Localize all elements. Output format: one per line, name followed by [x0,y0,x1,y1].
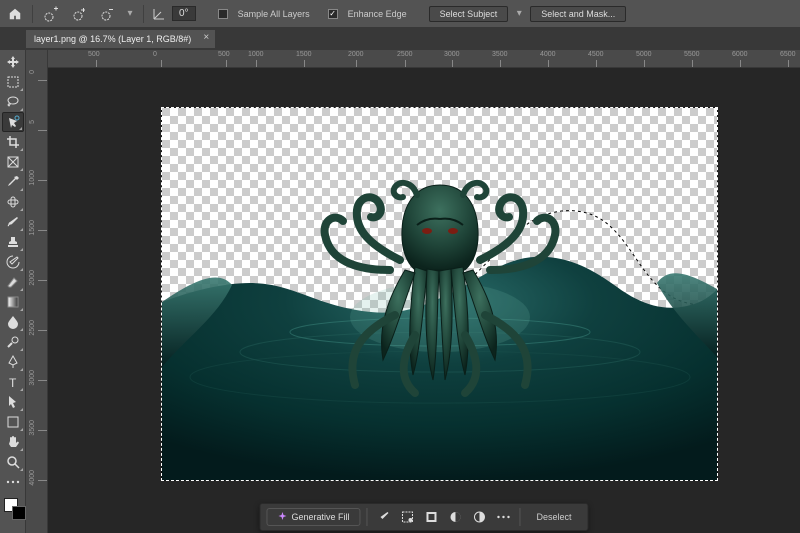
quick-select-add-icon[interactable] [69,3,91,25]
zoom-tool-icon[interactable] [2,452,24,472]
shape-tool-icon[interactable] [2,412,24,432]
spot-heal-tool-icon[interactable] [2,192,24,212]
sparkle-icon [277,512,287,522]
quick-select-new-icon[interactable] [41,3,63,25]
generative-fill-button[interactable]: Generative Fill [266,508,360,526]
ruler-label: 4500 [588,51,604,58]
ctx-mask-icon[interactable] [446,507,466,527]
ruler-label: 2500 [397,51,413,58]
ruler-label: 5500 [684,51,700,58]
ruler-label: 1500 [29,220,36,236]
ruler-label: 1500 [296,51,312,58]
ctx-fill-icon[interactable] [470,507,490,527]
frame-tool-icon[interactable] [2,152,24,172]
document-tab[interactable]: layer1.png @ 16.7% (Layer 1, RGB/8#) × [26,30,215,48]
foreground-swatch[interactable] [4,498,18,512]
brush-tool-icon[interactable] [2,212,24,232]
ruler-label: 500 [218,51,230,58]
hand-tool-icon[interactable] [2,432,24,452]
color-swatches[interactable] [2,492,24,514]
ruler-label: 3500 [492,51,508,58]
move-tool-icon[interactable] [2,52,24,72]
workspace: T 0 5 1000 1500 2000 2500 3000 3500 4000 1000 500… [0,50,800,533]
ctx-invert-icon[interactable] [422,507,442,527]
history-brush-tool-icon[interactable] [2,252,24,272]
ruler-label: 3000 [444,51,460,58]
separator [143,5,144,23]
eyedropper-tool-icon[interactable] [2,172,24,192]
stamp-tool-icon[interactable] [2,232,24,252]
ruler-label: 0 [153,51,157,58]
viewport[interactable]: Generative Fill Deselect [48,68,800,533]
vertical-ruler[interactable]: 0 5 1000 1500 2000 2500 3000 3500 4000 [26,50,48,533]
ruler-label: 2000 [29,270,36,286]
gradient-tool-icon[interactable] [2,292,24,312]
ruler-label: 4000 [540,51,556,58]
lasso-tool-icon[interactable] [2,92,24,112]
quick-selection-tool-icon[interactable] [2,112,24,132]
ruler-label: 5 [29,120,36,124]
ruler-label: 3500 [29,420,36,436]
blur-tool-icon[interactable] [2,312,24,332]
brush-angle-field[interactable]: 0° [172,6,196,21]
ctx-brush-icon[interactable] [374,507,394,527]
ruler-label: 0 [29,70,36,74]
ctx-modify-selection-icon[interactable] [398,507,418,527]
marquee-tool-icon[interactable] [2,72,24,92]
contextual-task-bar: Generative Fill Deselect [259,503,588,531]
document-tab-label: layer1.png @ 16.7% (Layer 1, RGB/8#) [34,34,191,44]
document-tabs: layer1.png @ 16.7% (Layer 1, RGB/8#) × [0,28,800,50]
ruler-label: 6000 [732,51,748,58]
options-bar: ▾ 0° Sample All Layers Enhance Edge Sele… [0,0,800,28]
close-tab-icon[interactable]: × [203,32,209,43]
background-swatch[interactable] [12,506,26,520]
ruler-label: 1000 [248,51,264,58]
ruler-label: 2500 [29,320,36,336]
ruler-label: 4000 [29,470,36,486]
angle-icon [152,7,166,21]
select-subject-chevron-icon[interactable]: ▾ [514,5,524,23]
brush-options-chevron-icon[interactable]: ▾ [125,5,135,23]
svg-text:T: T [9,376,17,390]
crop-tool-icon[interactable] [2,132,24,152]
enhance-edge-label[interactable]: Enhance Edge [348,9,407,19]
type-tool-icon[interactable]: T [2,372,24,392]
path-select-tool-icon[interactable] [2,392,24,412]
home-icon[interactable] [6,5,24,23]
quick-select-subtract-icon[interactable] [97,3,119,25]
ctx-more-icon[interactable] [494,507,514,527]
separator [32,5,33,23]
ruler-label: 2000 [348,51,364,58]
tools-panel: T [0,50,26,533]
deselect-button[interactable]: Deselect [527,509,582,525]
sample-all-layers-label[interactable]: Sample All Layers [238,9,310,19]
horizontal-ruler[interactable]: 1000500050010001500200025003000350040004… [48,50,800,68]
pen-tool-icon[interactable] [2,352,24,372]
ruler-label: 1000 [29,170,36,186]
canvas-area: 1000500050010001500200025003000350040004… [48,50,800,533]
ruler-label: 3000 [29,370,36,386]
ruler-label: 6500 [780,51,796,58]
select-subject-button[interactable]: Select Subject [429,6,509,22]
dodge-tool-icon[interactable] [2,332,24,352]
ruler-label: 5000 [636,51,652,58]
separator [367,508,368,526]
generative-fill-label: Generative Fill [291,512,349,522]
sample-all-layers-checkbox[interactable] [218,9,228,19]
document-canvas[interactable] [162,108,717,480]
separator [520,508,521,526]
more-tools-icon[interactable] [2,472,24,492]
enhance-edge-checkbox[interactable] [328,9,338,19]
ruler-label: 500 [88,51,100,58]
image-creature [295,175,585,395]
eraser-tool-icon[interactable] [2,272,24,292]
select-and-mask-button[interactable]: Select and Mask... [530,6,626,22]
